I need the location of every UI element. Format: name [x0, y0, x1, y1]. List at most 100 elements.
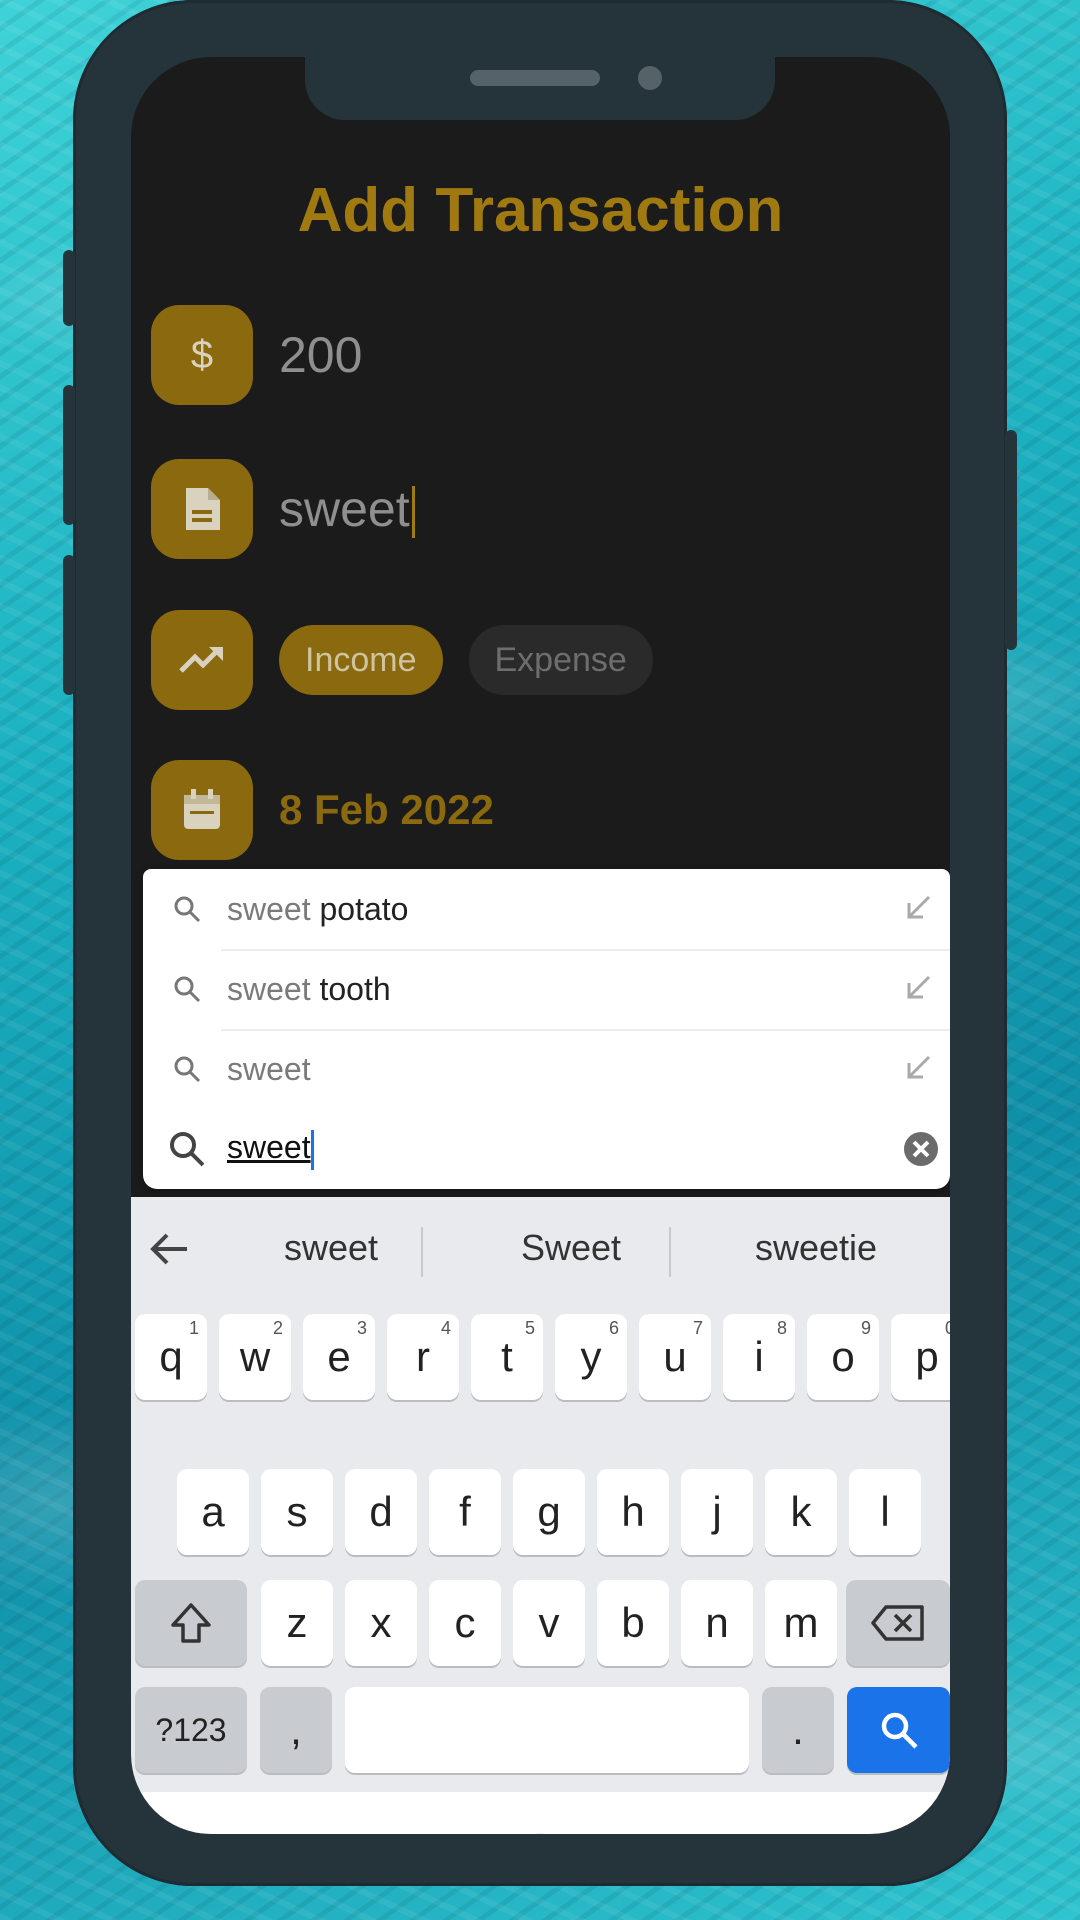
- speaker-grill: [470, 70, 600, 86]
- space-key[interactable]: [345, 1687, 749, 1773]
- date-field[interactable]: 8 Feb 2022: [279, 786, 494, 834]
- shift-key[interactable]: [135, 1580, 247, 1666]
- search-icon: [170, 1132, 205, 1167]
- key-label: r: [416, 1333, 430, 1380]
- fill-in-arrow-icon[interactable]: [903, 973, 933, 1003]
- phone-notch: [305, 52, 775, 120]
- search-icon: [174, 1056, 201, 1083]
- key-label: e: [327, 1333, 351, 1380]
- key-hint: 7: [692, 1318, 703, 1338]
- suggestion-item[interactable]: sweet potato: [143, 869, 950, 949]
- key-g[interactable]: g: [513, 1469, 585, 1555]
- key-m[interactable]: m: [765, 1580, 837, 1666]
- key-e[interactable]: e3: [303, 1314, 375, 1400]
- backspace-icon: [871, 1605, 924, 1641]
- key-h[interactable]: h: [597, 1469, 669, 1555]
- amount-field[interactable]: 200: [279, 326, 362, 384]
- divider: [421, 1227, 423, 1277]
- key-s[interactable]: s: [261, 1469, 333, 1555]
- key-w[interactable]: w2: [219, 1314, 291, 1400]
- key-b[interactable]: b: [597, 1580, 669, 1666]
- key-l[interactable]: l: [849, 1469, 921, 1555]
- key-a[interactable]: a: [177, 1469, 249, 1555]
- key-f[interactable]: f: [429, 1469, 501, 1555]
- search-input[interactable]: sweet: [227, 1129, 314, 1170]
- key-hint: 6: [608, 1318, 619, 1338]
- suggestion-text: sweet: [227, 1050, 311, 1087]
- calendar-icon: [151, 760, 253, 860]
- key-label: u: [663, 1333, 687, 1380]
- key-i[interactable]: i8: [723, 1314, 795, 1400]
- description-row: sweet: [151, 459, 415, 559]
- key-z[interactable]: z: [261, 1580, 333, 1666]
- soft-keyboard: sweet Sweet sweetie q1w2e3r4t5y6u7i8o9p0…: [131, 1197, 950, 1792]
- comma-key[interactable]: ,: [260, 1687, 332, 1773]
- suggestion-item[interactable]: sweet: [143, 1029, 950, 1109]
- keyboard-suggestion[interactable]: sweetie: [701, 1227, 931, 1269]
- key-o[interactable]: o9: [807, 1314, 879, 1400]
- key-j[interactable]: j: [681, 1469, 753, 1555]
- search-key[interactable]: [847, 1687, 950, 1773]
- search-icon: [174, 976, 201, 1003]
- suggestion-item[interactable]: sweet tooth: [143, 949, 950, 1029]
- key-hint: 5: [524, 1318, 535, 1338]
- key-hint: 2: [272, 1318, 283, 1338]
- key-label: o: [831, 1333, 855, 1380]
- key-label: p: [915, 1333, 939, 1380]
- period-key[interactable]: .: [762, 1687, 834, 1773]
- key-n[interactable]: n: [681, 1580, 753, 1666]
- fill-in-arrow-icon[interactable]: [903, 893, 933, 923]
- keyboard-suggestion[interactable]: Sweet: [471, 1227, 671, 1269]
- front-camera: [638, 66, 662, 90]
- nav-recents-icon[interactable]: [771, 1832, 805, 1834]
- suggestion-text: sweet potato: [227, 890, 409, 927]
- clear-icon[interactable]: [903, 1131, 939, 1167]
- nav-home-icon[interactable]: [523, 1832, 557, 1834]
- mute-switch: [63, 250, 75, 326]
- trending-up-icon: [151, 610, 253, 710]
- key-c[interactable]: c: [429, 1580, 501, 1666]
- symbols-key[interactable]: ?123: [135, 1687, 247, 1773]
- key-k[interactable]: k: [765, 1469, 837, 1555]
- keyboard-suggestion[interactable]: sweet: [241, 1227, 421, 1269]
- key-p[interactable]: p0: [891, 1314, 950, 1400]
- dollar-icon: $: [151, 305, 253, 405]
- fill-in-arrow-icon[interactable]: [903, 1053, 933, 1083]
- key-hint: 9: [860, 1318, 871, 1338]
- divider: [669, 1227, 671, 1277]
- key-d[interactable]: d: [345, 1469, 417, 1555]
- key-t[interactable]: t5: [471, 1314, 543, 1400]
- page-title: Add Transaction: [297, 176, 784, 245]
- search-icon: [881, 1712, 918, 1749]
- volume-down-button: [63, 555, 75, 695]
- description-value: sweet: [279, 480, 410, 537]
- text-caret: [411, 486, 415, 539]
- key-y[interactable]: y6: [555, 1314, 627, 1400]
- autocomplete-panel: sweet potato sweet tooth sweet sweet: [143, 869, 950, 1189]
- description-field[interactable]: sweet: [279, 480, 415, 539]
- key-hint: 1: [188, 1318, 199, 1338]
- key-hint: 0: [944, 1318, 950, 1338]
- back-arrow-icon[interactable]: [149, 1231, 189, 1267]
- navigation-bar: [131, 1792, 950, 1834]
- nav-back-icon[interactable]: [281, 1832, 315, 1834]
- search-bar[interactable]: sweet: [143, 1109, 950, 1189]
- expense-chip[interactable]: Expense: [468, 625, 653, 695]
- key-q[interactable]: q1: [135, 1314, 207, 1400]
- search-icon: [174, 896, 201, 923]
- document-icon: [151, 459, 253, 559]
- key-hint: 3: [356, 1318, 367, 1338]
- key-label: i: [754, 1333, 764, 1380]
- key-hint: 4: [440, 1318, 451, 1338]
- key-v[interactable]: v: [513, 1580, 585, 1666]
- key-x[interactable]: x: [345, 1580, 417, 1666]
- backspace-key[interactable]: [846, 1580, 950, 1666]
- volume-up-button: [63, 385, 75, 525]
- income-chip[interactable]: Income: [279, 625, 443, 695]
- key-r[interactable]: r4: [387, 1314, 459, 1400]
- type-row: Income Expense: [151, 610, 653, 710]
- date-row: 8 Feb 2022: [151, 760, 494, 860]
- key-u[interactable]: u7: [639, 1314, 711, 1400]
- key-label: y: [580, 1333, 602, 1380]
- app-screen: Add Transaction $ 200 sweet Income Expen…: [131, 57, 950, 1834]
